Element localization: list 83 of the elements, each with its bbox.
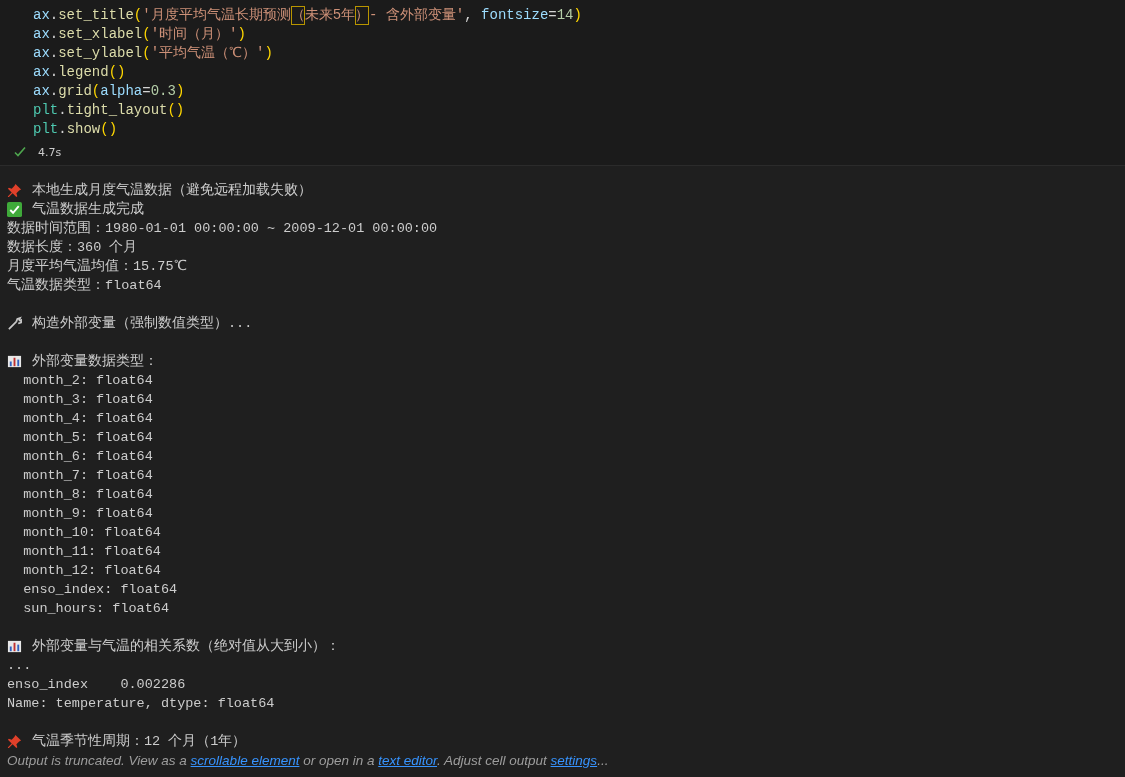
- code-token: ）: [355, 6, 370, 25]
- code-token: ): [573, 6, 582, 25]
- output-line: month_6: float64: [22, 448, 153, 466]
- code-token: alpha: [100, 82, 143, 101]
- output-line: 外部变量数据类型：: [32, 352, 158, 371]
- code-token: ax: [33, 63, 50, 82]
- bar-chart-icon: [7, 354, 22, 369]
- code-token: ax: [33, 44, 50, 63]
- code-token: （: [290, 6, 305, 25]
- output-line: month_2: float64: [22, 372, 153, 390]
- code-token: set_title: [58, 6, 134, 25]
- notice-link[interactable]: settings: [550, 753, 598, 768]
- code-token: =: [548, 6, 557, 25]
- code-token: 0.3: [150, 82, 176, 101]
- code-token: .: [49, 25, 59, 44]
- output-line: sun_hours: float64: [22, 600, 170, 618]
- code-token: plt: [33, 101, 59, 120]
- run-duration: 4.7s: [38, 145, 62, 159]
- code-token: ): [175, 82, 185, 101]
- wrench-icon: [7, 316, 22, 331]
- output-line: 构造外部变量（强制数值类型）...: [32, 314, 253, 333]
- output-line: month_9: float64: [22, 505, 153, 523]
- code-token: .: [58, 101, 67, 120]
- output-line: 外部变量与气温的相关系数（绝对值从大到小）：: [32, 637, 340, 656]
- output-line: 数据时间范围：1980-01-01 00:00:00 ~ 2009-12-01 00:00:00: [7, 219, 438, 238]
- output-line: month_5: float64: [22, 429, 153, 447]
- code-token: (: [133, 6, 143, 25]
- notice-link[interactable]: scrollable element: [190, 753, 300, 768]
- code-token: 未来5年: [304, 6, 356, 25]
- code-token: (: [91, 82, 101, 101]
- truncation-notice: Output is truncated. View as a scrollable element or open in a text editor. Adjust cell output settings...: [6, 752, 610, 768]
- output-line: 气温季节性周期：12 个月（1年）: [32, 732, 247, 751]
- code-token: tight_layout: [66, 101, 168, 120]
- code-token: (): [108, 63, 126, 82]
- output-line: Name: temperature, dtype: float64: [7, 695, 275, 713]
- code-token: .: [58, 120, 67, 139]
- output-line: enso_index 0.002286: [7, 676, 186, 694]
- pushpin-icon: [7, 734, 22, 749]
- code-token: ax: [33, 6, 50, 25]
- code-token: =: [142, 82, 151, 101]
- code-token: set_xlabel: [58, 25, 143, 44]
- code-token: ): [237, 25, 246, 44]
- output-line: 月度平均气温均值：15.75℃: [7, 257, 187, 276]
- code-token: .: [49, 44, 59, 63]
- code-token: (): [100, 120, 118, 139]
- output-line: month_3: float64: [22, 391, 153, 409]
- code-token: ): [264, 44, 273, 63]
- code-token: (: [142, 25, 151, 44]
- code-token: '月度平均气温长期预测: [142, 6, 291, 25]
- output-line: ...: [7, 657, 32, 675]
- output-line: enso_index: float64: [22, 581, 178, 599]
- code-token: show: [66, 120, 101, 139]
- output-line: month_7: float64: [22, 467, 153, 485]
- code-token: 14: [556, 6, 574, 25]
- bar-chart-icon: [7, 639, 22, 654]
- code-token: '时间（月）': [150, 25, 238, 44]
- code-token: fontsize: [481, 6, 549, 25]
- code-token: plt: [33, 120, 59, 139]
- code-token: - 含外部变量': [369, 6, 465, 25]
- output-line: month_8: float64: [22, 486, 153, 504]
- checkmark-icon: [7, 202, 22, 217]
- output-line: 气温数据类型：float64: [7, 276, 162, 295]
- code-token: ,: [464, 6, 474, 25]
- code-token: ax: [33, 25, 50, 44]
- code-token: grid: [58, 82, 92, 101]
- pushpin-icon: [7, 183, 22, 198]
- output-line: 本地生成月度气温数据（避免远程加载失败）: [32, 181, 312, 200]
- code-token: ax: [33, 82, 50, 101]
- code-token: (): [167, 101, 185, 120]
- output-line: month_4: float64: [22, 410, 153, 428]
- output-line: month_10: float64: [22, 524, 161, 542]
- code-token: set_ylabel: [58, 44, 143, 63]
- output-line: 数据长度：360 个月: [7, 238, 138, 257]
- output-line: 气温数据生成完成: [32, 200, 144, 219]
- output-line: month_12: float64: [22, 562, 161, 580]
- code-token: .: [49, 63, 59, 82]
- output-line: month_11: float64: [22, 543, 161, 561]
- code-token: legend: [58, 63, 109, 82]
- code-token: '平均气温（℃）': [150, 44, 265, 63]
- code-token: (: [142, 44, 151, 63]
- code-token: .: [49, 6, 59, 25]
- notice-link[interactable]: text editor: [378, 753, 437, 768]
- code-token: .: [49, 82, 59, 101]
